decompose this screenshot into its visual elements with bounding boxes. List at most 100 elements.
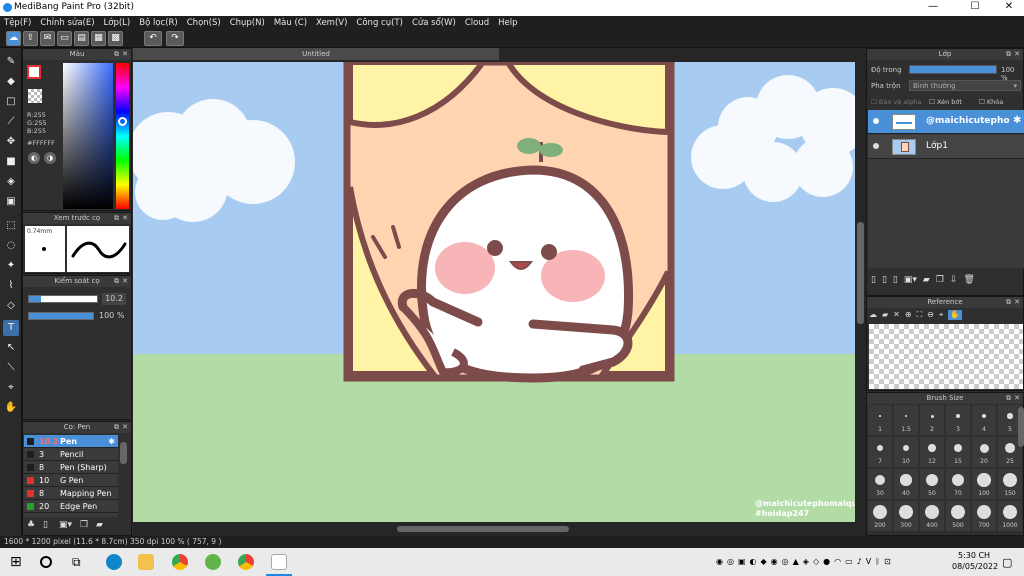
select-rect-icon[interactable]: ⬚: [3, 218, 19, 234]
file-explorer-icon[interactable]: [138, 554, 154, 570]
brush-size-slider[interactable]: [28, 295, 98, 303]
lasso-icon[interactable]: ◌: [3, 238, 19, 254]
brush-item-edge-pen[interactable]: 20 Edge Pen: [24, 500, 118, 513]
new-layer-icon[interactable]: ▯: [871, 275, 876, 285]
folder-icon[interactable]: ▰: [923, 275, 930, 285]
hand-tool-icon[interactable]: ✋: [3, 400, 19, 416]
clock-time[interactable]: 5:30 CH: [952, 551, 996, 560]
medibang-taskbar-icon[interactable]: [271, 554, 287, 570]
brush-size-scrollbar[interactable]: [1018, 407, 1024, 447]
duplicate-layer-icon[interactable]: ❐: [936, 275, 944, 285]
brush-size-option[interactable]: 700: [972, 501, 996, 531]
chrome-profile-icon[interactable]: [238, 554, 254, 570]
fit-icon[interactable]: ⛶: [917, 310, 923, 320]
eyedropper-icon[interactable]: ⌖: [939, 310, 944, 320]
page-icon[interactable]: ▤: [74, 31, 89, 46]
cloud-open-icon[interactable]: ☁: [869, 310, 877, 320]
battery-icon[interactable]: ▭: [845, 557, 853, 566]
minimize-button[interactable]: —: [920, 1, 946, 12]
redo-icon[interactable]: ↷: [166, 31, 184, 46]
panel-close-icon[interactable]: ✕: [1014, 393, 1020, 404]
brush-size-option[interactable]: 100: [972, 469, 996, 499]
tray-app-icon[interactable]: ◆: [761, 557, 767, 566]
tray-app-icon[interactable]: ◈: [803, 557, 809, 566]
menu-tools[interactable]: Công cụ(T): [356, 18, 403, 28]
eraser-tool-icon[interactable]: ◆: [3, 74, 19, 90]
new-brush-icon[interactable]: ▯: [43, 520, 48, 530]
hand-icon[interactable]: ✋: [948, 310, 963, 320]
brush-item-g-pen[interactable]: 10 G Pen: [24, 474, 118, 487]
merge-layer-icon[interactable]: ⇩: [950, 275, 958, 285]
brush-size-option[interactable]: 1.5: [894, 405, 918, 435]
add-layer-menu-icon[interactable]: ▣▾: [904, 275, 917, 285]
brush-menu-icon[interactable]: ▣▾: [59, 520, 72, 530]
drawing-canvas[interactable]: @maichicutephomaique #hoidap247: [133, 62, 855, 522]
fill-shape-tool-icon[interactable]: ■: [3, 154, 19, 170]
color-picker-icon[interactable]: ◑: [44, 152, 56, 164]
menu-color[interactable]: Màu (C): [274, 18, 307, 28]
undock-icon[interactable]: ⧉: [114, 422, 119, 433]
tray-app-icon[interactable]: ◇: [813, 557, 819, 566]
brush-size-option[interactable]: 20: [972, 437, 996, 467]
comment-icon[interactable]: ✉: [40, 31, 55, 46]
undock-icon[interactable]: ⧉: [1006, 393, 1011, 404]
chat-icon[interactable]: ▭: [57, 31, 72, 46]
language-icon[interactable]: V: [866, 557, 871, 566]
zoom-out-icon[interactable]: ⊖: [927, 310, 934, 320]
brush-size-option[interactable]: 12: [920, 437, 944, 467]
brush-size-option[interactable]: 1: [868, 405, 892, 435]
menu-view[interactable]: Xem(V): [316, 18, 347, 28]
brush-size-option[interactable]: 3: [946, 405, 970, 435]
network-icon[interactable]: ⊡: [884, 557, 891, 566]
brush-size-option[interactable]: 200: [868, 501, 892, 531]
layer-row-layer1[interactable]: Lớp1: [868, 135, 1024, 159]
divide-tool-icon[interactable]: ⟍: [3, 360, 19, 376]
open-folder-icon[interactable]: ▰: [882, 310, 888, 320]
brush-size-option[interactable]: 400: [920, 501, 944, 531]
chrome-icon[interactable]: [172, 554, 188, 570]
brush-size-option[interactable]: 500: [946, 501, 970, 531]
grid-icon[interactable]: ▦: [91, 31, 106, 46]
undock-icon[interactable]: ⧉: [1006, 49, 1011, 60]
undock-icon[interactable]: ⧉: [114, 213, 119, 224]
brush-list-scrollbar[interactable]: [120, 442, 127, 464]
move-tool-icon[interactable]: ✥: [3, 134, 19, 150]
panel-close-icon[interactable]: ✕: [1014, 49, 1020, 60]
brush-tool-icon[interactable]: ✎: [3, 54, 19, 70]
panel-close-icon[interactable]: ✕: [122, 213, 128, 224]
task-view-icon[interactable]: ⧉: [72, 554, 88, 570]
brush-size-option[interactable]: 7: [868, 437, 892, 467]
brush-item-pen[interactable]: 10.2 Pen ✱: [24, 435, 118, 448]
blend-mode-select[interactable]: Bình thường ▾: [909, 80, 1021, 91]
menu-help[interactable]: Help: [498, 18, 517, 28]
tray-app-icon[interactable]: ◉: [771, 557, 778, 566]
new-halftone-layer-icon[interactable]: ▯: [882, 275, 887, 285]
canvas-tab[interactable]: Untitled: [133, 48, 499, 60]
menu-filter[interactable]: Bộ lọc(R): [139, 18, 178, 28]
close-reference-icon[interactable]: ✕: [893, 310, 900, 320]
new-8bit-layer-icon[interactable]: ▯: [893, 275, 898, 285]
tray-app-icon[interactable]: ▲: [793, 557, 799, 566]
lock-checkbox[interactable]: ☐ Khóa: [979, 98, 1003, 106]
brush-size-option[interactable]: 10: [894, 437, 918, 467]
menu-select[interactable]: Chọn(S): [187, 18, 221, 28]
zoom-in-icon[interactable]: ⊕: [905, 310, 912, 320]
reference-preview[interactable]: [869, 324, 1023, 389]
panel-close-icon[interactable]: ✕: [122, 49, 128, 60]
edge-browser-icon[interactable]: [106, 554, 122, 570]
tray-app-icon[interactable]: ●: [823, 557, 830, 566]
undock-icon[interactable]: ⧉: [114, 49, 119, 60]
saturation-value-picker[interactable]: [63, 63, 113, 209]
brush-size-option[interactable]: 15: [946, 437, 970, 467]
tray-app-icon[interactable]: ◎: [782, 557, 789, 566]
menu-file[interactable]: Tệp(F): [4, 18, 31, 28]
copy-brush-icon[interactable]: ❐: [80, 520, 88, 530]
wifi-icon[interactable]: ◠: [834, 557, 841, 566]
layer-opacity-slider[interactable]: [909, 65, 997, 74]
brush-size-option[interactable]: 40: [894, 469, 918, 499]
magic-wand-icon[interactable]: ✦: [3, 258, 19, 274]
close-button[interactable]: ✕: [996, 1, 1022, 12]
hue-handle[interactable]: [118, 117, 127, 126]
brush-item-pencil[interactable]: 3 Pencil: [24, 448, 118, 461]
add-brush-icon[interactable]: ♣: [27, 520, 35, 530]
